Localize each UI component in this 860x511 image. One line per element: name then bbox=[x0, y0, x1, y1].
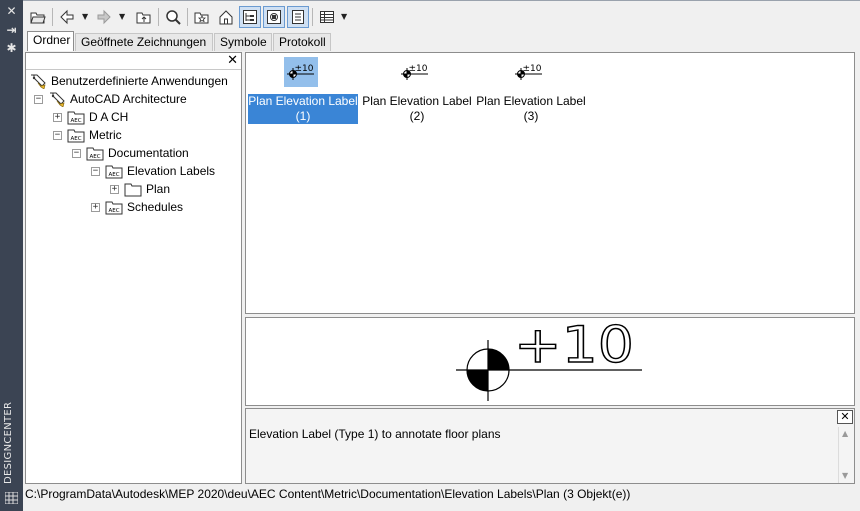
designcenter-main: ▼ ▼ ▼ Ordner Geöffnete Zeichnungen Symbo… bbox=[23, 0, 860, 511]
tree-item-elevation-labels[interactable]: − AEC Elevation Labels bbox=[26, 162, 241, 180]
tree-item-label: AutoCAD Architecture bbox=[70, 92, 187, 106]
svg-text:±10: ±10 bbox=[409, 64, 428, 74]
scroll-up-icon[interactable]: ▲ bbox=[842, 429, 848, 438]
forward-icon[interactable] bbox=[93, 6, 115, 28]
tree-item-label: D A CH bbox=[89, 110, 129, 124]
home-icon[interactable] bbox=[215, 6, 237, 28]
back-icon[interactable] bbox=[56, 6, 78, 28]
description-scrollbar[interactable]: ▲ ▼ bbox=[838, 427, 853, 483]
content-area: ±10 Plan Elevation Label (1) ±10 Plan Ele… bbox=[245, 52, 855, 314]
tree-item-autocad-architecture[interactable]: − AutoCAD Architecture bbox=[26, 90, 241, 108]
content-item[interactable]: ±10 Plan Elevation Label (3) bbox=[476, 55, 586, 123]
aec-folder-icon: AEC bbox=[67, 111, 85, 125]
palette-title: DESIGNCENTER bbox=[3, 401, 14, 484]
tree-item-schedules[interactable]: + AEC Schedules bbox=[26, 198, 241, 216]
svg-text:AEC: AEC bbox=[70, 118, 81, 124]
tab-geoeffnete-zeichnungen[interactable]: Geöffnete Zeichnungen bbox=[75, 33, 213, 51]
tree-item-benutzerdefinierte-anwendungen[interactable]: Benutzerdefinierte Anwendungen bbox=[26, 72, 241, 90]
item-thumbnail: ±10 bbox=[284, 57, 318, 87]
svg-text:AEC: AEC bbox=[108, 172, 119, 178]
tree-item-metric[interactable]: − AEC Metric bbox=[26, 126, 241, 144]
expand-icon[interactable]: + bbox=[110, 185, 119, 194]
views-dropdown-icon[interactable]: ▼ bbox=[341, 12, 347, 21]
description-pane: Elevation Label (Type 1) to annotate flo… bbox=[245, 408, 855, 484]
collapse-icon[interactable]: − bbox=[72, 149, 81, 158]
aec-folder-icon: AEC bbox=[67, 129, 85, 143]
tree-item-label: Schedules bbox=[127, 200, 184, 214]
content-item[interactable]: ±10 Plan Elevation Label (1) bbox=[248, 55, 358, 124]
preview-elevation-text: +10 bbox=[514, 318, 634, 374]
load-folder-icon[interactable] bbox=[27, 6, 49, 28]
svg-text:AEC: AEC bbox=[70, 136, 81, 142]
up-icon[interactable] bbox=[133, 6, 155, 28]
expand-icon[interactable]: + bbox=[53, 113, 62, 122]
tree-item-label: Elevation Labels bbox=[127, 164, 216, 178]
tab-ordner[interactable]: Ordner bbox=[27, 31, 74, 51]
scroll-down-icon[interactable]: ▼ bbox=[842, 471, 848, 480]
svg-text:±10: ±10 bbox=[295, 64, 314, 74]
aec-folder-icon: AEC bbox=[105, 201, 123, 215]
back-dropdown-icon[interactable]: ▼ bbox=[82, 12, 88, 21]
svg-text:±10: ±10 bbox=[523, 64, 542, 74]
close-icon[interactable]: ✕ bbox=[4, 4, 19, 18]
description-text: Elevation Label (Type 1) to annotate flo… bbox=[249, 427, 501, 441]
folder-open-icon bbox=[124, 183, 142, 197]
item-label: Plan Elevation Label (3) bbox=[476, 94, 586, 123]
item-label: Plan Elevation Label (1) bbox=[248, 94, 358, 124]
aec-folder-icon: AEC bbox=[105, 165, 123, 179]
collapse-icon[interactable]: − bbox=[53, 131, 62, 140]
content-item[interactable]: ±10 Plan Elevation Label (2) bbox=[362, 55, 472, 123]
favorites-icon[interactable] bbox=[191, 6, 213, 28]
status-bar-path: C:\ProgramData\Autodesk\MEP 2020\deu\AEC… bbox=[25, 487, 631, 501]
properties-icon[interactable]: ✱ bbox=[4, 41, 19, 55]
collapse-icon[interactable]: − bbox=[91, 167, 100, 176]
tree-item-d-a-ch[interactable]: + AEC D A CH bbox=[26, 108, 241, 126]
item-thumbnail: ±10 bbox=[512, 57, 546, 87]
auto-hide-icon[interactable]: ⇥ bbox=[4, 23, 19, 37]
description-toggle-icon[interactable] bbox=[287, 6, 309, 28]
aec-folder-icon: AEC bbox=[86, 147, 104, 161]
tree-item-plan[interactable]: + Plan bbox=[26, 180, 241, 198]
tab-protokoll[interactable]: Protokoll bbox=[273, 33, 331, 51]
custom-applications-icon bbox=[31, 74, 46, 89]
tree-item-label: Documentation bbox=[108, 146, 189, 160]
tree-close-icon[interactable]: ✕ bbox=[227, 53, 238, 69]
forward-dropdown-icon[interactable]: ▼ bbox=[119, 12, 125, 21]
application-icon bbox=[50, 92, 65, 107]
svg-text:AEC: AEC bbox=[89, 154, 100, 160]
tree-item-documentation[interactable]: − AEC Documentation bbox=[26, 144, 241, 162]
preview-pane: +10 bbox=[245, 315, 855, 406]
tree-item-label: Metric bbox=[89, 128, 122, 142]
palette-title-bar: ✕ ⇥ ✱ DESIGNCENTER bbox=[0, 0, 23, 511]
tree-item-label: Benutzerdefinierte Anwendungen bbox=[51, 74, 228, 88]
preview-toggle-icon[interactable] bbox=[263, 6, 285, 28]
item-thumbnail: ±10 bbox=[398, 57, 432, 87]
tree-view-toggle-icon[interactable] bbox=[239, 6, 261, 28]
collapse-icon[interactable]: − bbox=[34, 95, 43, 104]
search-icon[interactable] bbox=[162, 6, 184, 28]
tree-header: ✕ bbox=[26, 53, 241, 70]
svg-text:AEC: AEC bbox=[108, 208, 119, 214]
item-label: Plan Elevation Label (2) bbox=[362, 94, 472, 123]
tree-item-label: Plan bbox=[146, 182, 171, 196]
views-icon[interactable] bbox=[316, 6, 338, 28]
folder-tree-panel: ✕ Benutzerdefinierte Anwendungen − AutoC… bbox=[25, 52, 242, 484]
preview-image: +10 bbox=[456, 315, 642, 401]
palette-menu-icon[interactable] bbox=[5, 492, 18, 504]
toolbar: ▼ ▼ ▼ bbox=[23, 5, 860, 29]
tab-symbole[interactable]: Symbole bbox=[214, 33, 272, 51]
expand-icon[interactable]: + bbox=[91, 203, 100, 212]
description-close-icon[interactable]: ✕ bbox=[837, 410, 853, 424]
